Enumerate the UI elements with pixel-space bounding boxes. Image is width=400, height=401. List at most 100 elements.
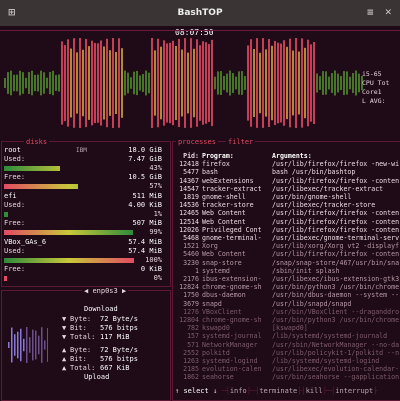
cpu-graph-bar [145,70,147,96]
process-table: Pid: Program: Arguments: 12418 firefox/us… [175,152,400,382]
process-row[interactable]: 1 systemd/sbin/init splash [175,267,400,275]
cpu-graph-bar [40,70,42,96]
process-row[interactable]: 3230 snap-store/snap/snap-store/467/usr/b… [175,259,400,267]
process-row[interactable]: 1819 gnome-shell/usr/bin/gnome-shell [175,193,400,201]
process-row[interactable]: 571 NetworkManager/usr/sbin/NetworkManage… [175,341,400,349]
process-row[interactable]: 2185 evolution-calen/usr/libexec/evolutio… [175,365,400,373]
cpu-graph-bar [259,52,261,114]
process-row[interactable]: 2176 ibus-extension- /usr/libexec/ibus-ext… [175,275,400,283]
net-arrow-icon: ▲ [62,355,67,363]
process-row[interactable]: 14547 tracker-extract/usr/libexec/tracker… [175,185,400,193]
args-header[interactable]: Arguments: [272,152,400,160]
info-button[interactable]: info [230,387,247,395]
process-pid: 14547 [179,184,199,193]
process-row[interactable]: 12824 chrome-gnome-sh/usr/bin/python3 /us… [175,283,400,291]
cpu-graph-bar [157,38,159,128]
process-row[interactable]: 12514 Web Content/usr/lib/firefox/firefox… [175,218,400,226]
net-graph-bar [29,337,31,353]
disk-free: 0 KiB [140,265,162,273]
process-name: tracker-store [202,201,254,210]
net-graph-bar [41,327,43,363]
cpu-graph-bar [244,76,246,90]
process-row[interactable]: 12465 Web Content/usr/lib/firefox/firefox… [175,209,400,217]
process-pid: 1862 [183,373,199,382]
disk-used: 7.47 GiB [128,155,162,163]
net-arrow-icon: ▲ [62,346,67,354]
title-bar: ⊞ BashTOP ≡ ✕ [0,0,400,26]
process-row[interactable]: 5477 bash bash /usr/bin/bashtop [175,168,400,176]
process-name: Web Content [202,217,246,226]
disk-free-pct: 0% [153,274,162,282]
disk-used-pct: 1% [153,210,162,218]
process-args: /usr/lib/xorg/Xorg vt2 -displayf [272,242,400,251]
process-name: Web Content [202,250,246,259]
cpu-graph-bar [124,70,126,96]
process-args: /usr/lib/firefox/firefox -conten [272,217,400,226]
process-pid: 2185 [183,365,199,374]
terminate-button[interactable]: terminate [259,387,297,395]
process-row[interactable]: 1521 Xorg/usr/lib/xorg/Xorg vt2 -displayf [175,242,400,250]
process-row[interactable]: 14536 tracker-store/usr/libexec/tracker-s… [175,201,400,209]
cpu-graph-bar [58,74,60,92]
net-stat-value: 117 MiB [100,333,130,341]
pid-header[interactable]: Pid: [175,152,199,160]
process-row[interactable]: 5468 gnome-terminal- /usr/libexec/gnome-te… [175,234,400,242]
cpu-graph-bar [172,40,174,126]
close-icon[interactable]: ✕ [384,8,392,18]
process-pid: 12514 [179,217,199,226]
process-row[interactable]: 1862 seahorse/usr/bin/seahorse --gapplica… [175,373,400,381]
cpu-graph-bar [142,74,144,92]
filter-button[interactable]: filter [226,138,256,146]
net-graph-bar [14,334,16,356]
program-header[interactable]: Program: [202,152,272,160]
disk-name: VBox_GAs_6 [4,238,47,246]
cpu-graph-bar [178,38,180,128]
process-name: chrome-gnome-sh [202,316,262,325]
cpu-graph-bar [295,38,297,128]
process-args: /usr/bin/seahorse --gapplication [272,373,400,382]
disk-size: 511 MiB [132,192,162,200]
net-stat-value: 72 Byte/s [100,315,138,323]
process-pid: 2552 [183,348,199,357]
process-row[interactable]: 12026 Privileged Cont/usr/lib/firefox/fir… [175,226,400,234]
cpu-graph-bar [190,38,192,128]
menu-icon[interactable]: ≡ [366,8,374,18]
cpu-graph-bar [130,77,132,89]
kill-button[interactable]: kill [306,387,323,395]
disk-free-label: Free: [4,219,26,227]
cpu-graph-bar [175,45,177,121]
process-row[interactable]: 12418 firefox/usr/lib/firefox/firefox -ne… [175,160,400,168]
process-row[interactable]: 1750 dbus-daemon/usr/bin/dbus-daemon --sy… [175,291,400,299]
process-row[interactable]: 157 systemd-journal/lib/systemd/systemd-j… [175,332,400,340]
process-row[interactable]: 2552 polkitd/usr/lib/policykit-1/polkitd … [175,349,400,357]
cpu-graph-bar [334,70,336,96]
net-stat-label: Byte: [70,315,92,323]
cpu-graph-bar [208,44,210,122]
process-row[interactable]: 14367 webExtensions/usr/lib/firefox/firef… [175,177,400,185]
cpu-graph-bar [139,75,141,91]
cpu-graph-bar [307,39,309,127]
disk-used-pct: 100% [145,256,162,264]
cpu-graph-bar [265,49,267,117]
process-row[interactable]: 1263 systemd-logind/lib/systemd/systemd-l… [175,357,400,365]
processes-title: processes [176,138,218,146]
cpu-graph-bar [286,46,288,120]
cpu-graph-bar [271,45,273,121]
cpu-graph-bar [355,70,357,96]
net-graph-bar [17,331,19,359]
select-button[interactable]: ↑ select ↓ [175,387,217,395]
process-row[interactable]: 5460 Web Content/usr/lib/firefox/firefox … [175,250,400,258]
cpu-graph-bar [34,74,36,92]
process-row[interactable]: 12804 chrome-gnome-sh/usr/bin/python3 /us… [175,316,400,324]
net-stat-label: Total: [70,364,96,372]
process-row[interactable]: 782 kswapd0 [kswapd0] [175,324,400,332]
cpu-graph-bar [304,47,306,119]
cpu-graph-bar [61,41,63,125]
process-args: /usr/libexec/tracker-extract [272,184,384,193]
interrupt-button[interactable]: interrupt [335,387,373,395]
cpu-graph-bar [160,46,162,120]
process-row[interactable]: 3679 snapd/usr/lib/snapd/snapd [175,300,400,308]
process-row[interactable]: 1276 VBoxClient/usr/bin/VBoxClient --drag… [175,308,400,316]
cpu-graph-bar [109,50,111,116]
net-arrow-icon: ▼ [62,324,67,332]
